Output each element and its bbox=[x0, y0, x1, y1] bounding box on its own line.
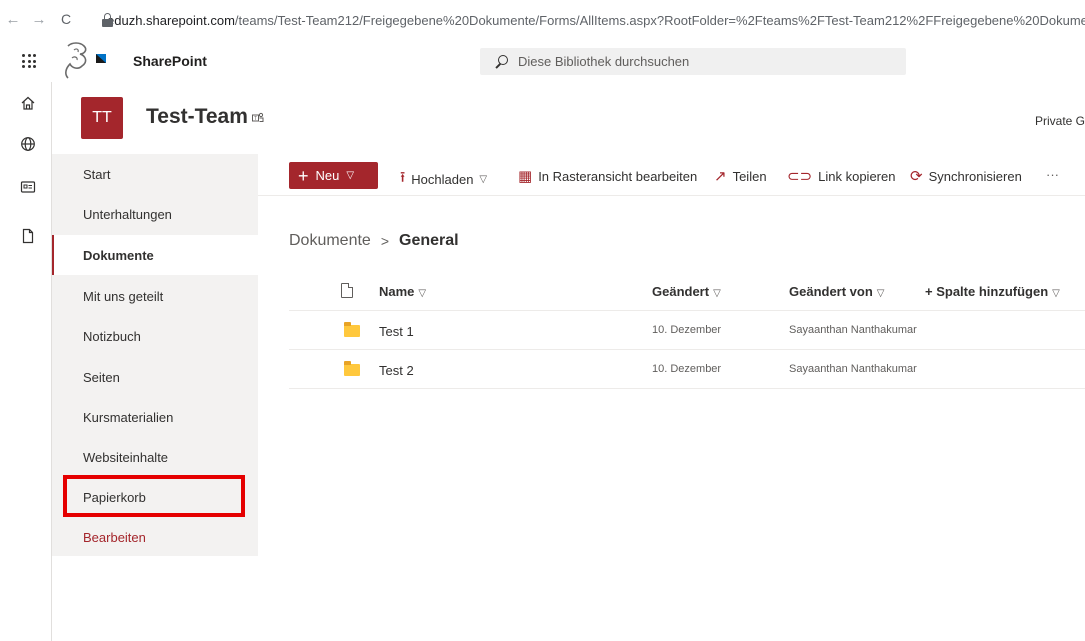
breadcrumb-parent[interactable]: Dokumente bbox=[289, 232, 371, 250]
folder-icon bbox=[344, 322, 360, 337]
nav-item-start[interactable]: Start bbox=[52, 154, 258, 194]
share-button[interactable]: ↗ Teilen bbox=[714, 167, 767, 185]
row-name[interactable]: Test 1 bbox=[379, 324, 414, 339]
nav-item-mit-uns-geteilt[interactable]: Mit uns geteilt bbox=[52, 276, 258, 316]
search-placeholder: Diese Bibliothek durchsuchen bbox=[518, 54, 690, 69]
search-icon bbox=[494, 54, 508, 69]
nav-item-seiten[interactable]: Seiten bbox=[52, 357, 258, 397]
url-path: /teams/Test-Team212/Freigegebene%20Dokum… bbox=[234, 12, 1085, 28]
upload-button[interactable]: ⭱ Hochladen ▽ bbox=[400, 167, 487, 192]
copy-link-button[interactable]: ⊂⊃ Link kopieren bbox=[787, 167, 895, 185]
link-icon: ⊂⊃ bbox=[787, 168, 813, 185]
sync-label: Synchronisieren bbox=[928, 168, 1022, 184]
nav-item-kursmaterialien[interactable]: Kursmaterialien bbox=[52, 397, 258, 437]
file-type-icon[interactable] bbox=[341, 283, 353, 298]
sync-icon: ⟳ bbox=[910, 168, 923, 185]
grid-icon: ▦ bbox=[518, 168, 533, 185]
command-bar: + Neu ▽ ⭱ Hochladen ▽ ▦ In Rasteransicht… bbox=[258, 154, 1085, 196]
row-name[interactable]: Test 2 bbox=[379, 363, 414, 378]
chevron-down-icon: ▽ bbox=[479, 174, 488, 185]
chevron-down-icon: ▽ bbox=[713, 288, 721, 299]
add-column-button[interactable]: + Spalte hinzufügen ▽ bbox=[925, 284, 1060, 299]
nav-item-websiteinhalte[interactable]: Websiteinhalte bbox=[52, 437, 258, 477]
share-icon: ↗ bbox=[714, 168, 727, 185]
column-name[interactable]: Name ▽ bbox=[379, 284, 426, 299]
reload-button[interactable]: C bbox=[55, 11, 77, 27]
chevron-down-icon: ▽ bbox=[876, 288, 885, 299]
address-bar[interactable]: eduzh.sharepoint.com/teams/Test-Team212/… bbox=[101, 8, 1085, 32]
nav-item-unterhaltungen[interactable]: Unterhaltungen bbox=[52, 194, 258, 234]
table-row[interactable]: Test 1 10. Dezember Sayaanthan Nanthakum… bbox=[289, 311, 1085, 350]
site-logo[interactable]: TT bbox=[81, 97, 123, 139]
document-icon[interactable] bbox=[20, 228, 36, 244]
grid-edit-label: In Rasteransicht bearbeiten bbox=[538, 168, 698, 184]
university-logo-icon[interactable] bbox=[60, 40, 112, 80]
browser-toolbar: ← → C eduzh.sharepoint.com/teams/Test-Te… bbox=[0, 0, 1085, 40]
chevron-down-icon: ▽ bbox=[418, 288, 427, 299]
highlight-annotation bbox=[63, 475, 245, 517]
app-launcher-icon[interactable] bbox=[22, 54, 36, 68]
library-search-input[interactable]: Diese Bibliothek durchsuchen bbox=[480, 48, 906, 75]
forward-button[interactable]: → bbox=[28, 11, 50, 28]
site-privacy-label: Private G bbox=[1034, 114, 1085, 128]
chevron-right-icon: > bbox=[380, 233, 390, 249]
nav-item-notizbuch[interactable]: Notizbuch bbox=[52, 316, 258, 356]
app-brand[interactable]: SharePoint bbox=[133, 53, 207, 69]
globe-icon[interactable] bbox=[20, 136, 36, 152]
copy-link-label: Link kopieren bbox=[818, 168, 896, 184]
teams-icon[interactable]: T bbox=[252, 112, 264, 127]
nav-item-dokumente[interactable]: Dokumente bbox=[52, 235, 258, 275]
suite-bar: SharePoint Diese Bibliothek durchsuchen bbox=[0, 40, 1085, 82]
row-modified-by: Sayaanthan Nanthakumar bbox=[789, 324, 917, 336]
document-list: Name ▽ Geändert ▽ Geändert von ▽ + Spalte h… bbox=[289, 273, 1085, 389]
plus-icon: + bbox=[298, 165, 309, 186]
table-row[interactable]: Test 2 10. Dezember Sayaanthan Nanthakum… bbox=[289, 350, 1085, 389]
upload-icon: ⭱ bbox=[400, 169, 406, 186]
row-modified: 10. Dezember bbox=[652, 324, 722, 336]
row-modified-by: Sayaanthan Nanthakumar bbox=[789, 363, 917, 375]
app-bar bbox=[0, 82, 52, 641]
more-commands-button[interactable]: ··· bbox=[1046, 167, 1059, 182]
home-icon[interactable] bbox=[20, 95, 36, 111]
new-button[interactable]: + Neu ▽ bbox=[289, 162, 378, 189]
sync-button[interactable]: ⟳ Synchronisieren bbox=[910, 167, 1022, 185]
breadcrumb-current: General bbox=[399, 232, 459, 249]
svg-text:T: T bbox=[254, 116, 257, 122]
site-title[interactable]: Test-Team bbox=[146, 105, 248, 129]
back-button[interactable]: ← bbox=[2, 11, 24, 28]
nav-edit-link[interactable]: Bearbeiten bbox=[52, 517, 258, 557]
news-icon[interactable] bbox=[20, 179, 36, 195]
share-label: Teilen bbox=[732, 168, 767, 184]
row-modified: 10. Dezember bbox=[652, 363, 722, 375]
list-header: Name ▽ Geändert ▽ Geändert von ▽ + Spalte h… bbox=[289, 273, 1085, 311]
chevron-down-icon: ▽ bbox=[346, 170, 355, 181]
new-button-label: Neu bbox=[315, 168, 340, 183]
column-modified[interactable]: Geändert ▽ bbox=[652, 284, 721, 299]
chevron-down-icon: ▽ bbox=[1052, 288, 1060, 299]
url-host: eduzh.sharepoint.com bbox=[107, 12, 235, 28]
folder-icon bbox=[344, 361, 360, 376]
upload-label: Hochladen bbox=[411, 172, 474, 187]
site-header: TT Test-Team T Private G bbox=[52, 82, 1085, 154]
grid-edit-button[interactable]: ▦ In Rasteransicht bearbeiten bbox=[518, 167, 697, 185]
column-modified-by[interactable]: Geändert von ▽ bbox=[789, 284, 885, 299]
breadcrumb: Dokumente > General bbox=[289, 232, 459, 250]
